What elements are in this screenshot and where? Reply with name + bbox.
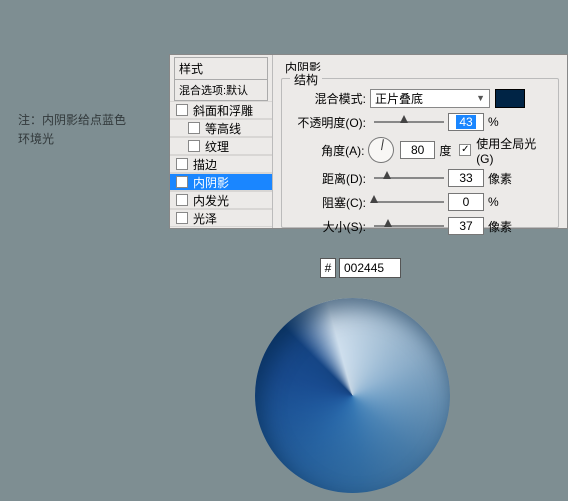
row-opacity: 不透明度(O): 43 %	[288, 111, 552, 133]
sidebar-label: 光泽	[193, 210, 217, 227]
checkbox-bevel[interactable]	[176, 104, 188, 116]
input-size[interactable]: 37	[448, 217, 484, 235]
sidebar-item-inner-glow[interactable]: 内发光	[170, 191, 272, 209]
label-size: 大小(S):	[288, 218, 370, 235]
unit-size: 像素	[488, 218, 512, 235]
sidebar-item-contour[interactable]: 等高线	[170, 119, 272, 137]
panel-title: 内阴影	[285, 59, 559, 76]
sidebar-item-satin[interactable]: 光泽	[170, 209, 272, 227]
input-distance[interactable]: 33	[448, 169, 484, 187]
note-line1: 注：内阴影给点蓝色	[18, 111, 126, 130]
sidebar-item-bevel[interactable]: 斜面和浮雕	[170, 101, 272, 119]
group-legend: 结构	[290, 71, 322, 88]
input-opacity[interactable]: 43	[448, 113, 484, 131]
slider-size[interactable]	[374, 219, 444, 233]
sidebar-blend-options[interactable]: 混合选项:默认	[174, 79, 268, 101]
label-angle: 角度(A):	[288, 142, 368, 159]
unit-choke: %	[488, 195, 499, 209]
angle-dial[interactable]	[368, 137, 394, 163]
sidebar-header: 样式	[174, 57, 268, 80]
slider-choke[interactable]	[374, 195, 444, 209]
sidebar-label: 内发光	[193, 192, 229, 209]
slider-distance[interactable]	[374, 171, 444, 185]
style-main-panel: 内阴影 结构 混合模式: 正片叠底 ▼ 不透明度(O): 43 % 角度(A):	[273, 55, 567, 228]
annotation-note: 注：内阴影给点蓝色 环境光	[18, 111, 126, 149]
sidebar-label: 描边	[193, 156, 217, 173]
checkbox-stroke[interactable]	[176, 158, 188, 170]
checkbox-global-light[interactable]: ✓	[459, 144, 471, 156]
row-blend-mode: 混合模式: 正片叠底 ▼	[288, 87, 552, 109]
checkbox-satin[interactable]	[176, 212, 188, 224]
checkbox-contour[interactable]	[188, 122, 200, 134]
checkbox-inner-glow[interactable]	[176, 194, 188, 206]
sidebar-item-inner-shadow[interactable]: ✓ 内阴影	[170, 173, 272, 191]
input-angle[interactable]: 80	[400, 141, 435, 159]
layer-style-dialog: 样式 混合选项:默认 斜面和浮雕 等高线 纹理 描边 ✓ 内阴影 内发光 光泽	[169, 54, 568, 229]
style-sidebar: 样式 混合选项:默认 斜面和浮雕 等高线 纹理 描边 ✓ 内阴影 内发光 光泽	[170, 55, 273, 228]
hash-label: #	[320, 258, 336, 278]
label-blend-mode: 混合模式:	[288, 90, 370, 107]
shadow-color-swatch[interactable]	[495, 89, 525, 108]
input-choke[interactable]: 0	[448, 193, 484, 211]
hex-color-display: # 002445	[320, 258, 401, 278]
select-blend-mode[interactable]: 正片叠底 ▼	[370, 89, 490, 108]
sidebar-item-texture[interactable]: 纹理	[170, 137, 272, 155]
select-value: 正片叠底	[375, 90, 423, 107]
chevron-down-icon: ▼	[476, 93, 485, 103]
label-distance: 距离(D):	[288, 170, 370, 187]
label-choke: 阻塞(C):	[288, 194, 370, 211]
row-angle: 角度(A): 80 度 ✓ 使用全局光(G)	[288, 135, 552, 165]
sidebar-label: 斜面和浮雕	[193, 102, 253, 119]
row-size: 大小(S): 37 像素	[288, 215, 552, 237]
unit-distance: 像素	[488, 170, 512, 187]
checkbox-inner-shadow[interactable]: ✓	[176, 176, 188, 188]
sidebar-item-stroke[interactable]: 描边	[170, 155, 272, 173]
row-distance: 距离(D): 33 像素	[288, 167, 552, 189]
sidebar-label: 等高线	[205, 120, 241, 137]
note-line2: 环境光	[18, 130, 126, 149]
slider-opacity[interactable]	[374, 115, 444, 129]
unit-angle: 度	[439, 142, 451, 159]
label-global-light: 使用全局光(G)	[476, 135, 552, 166]
label-opacity: 不透明度(O):	[288, 114, 370, 131]
sidebar-label: 内阴影	[193, 174, 229, 191]
sidebar-label: 纹理	[205, 138, 229, 155]
checkbox-texture[interactable]	[188, 140, 200, 152]
unit-opacity: %	[488, 115, 499, 129]
row-choke: 阻塞(C): 0 %	[288, 191, 552, 213]
hex-input[interactable]: 002445	[339, 258, 401, 278]
structure-group: 结构 混合模式: 正片叠底 ▼ 不透明度(O): 43 % 角度(A): 80 …	[281, 78, 559, 228]
preview-sphere	[255, 298, 450, 493]
